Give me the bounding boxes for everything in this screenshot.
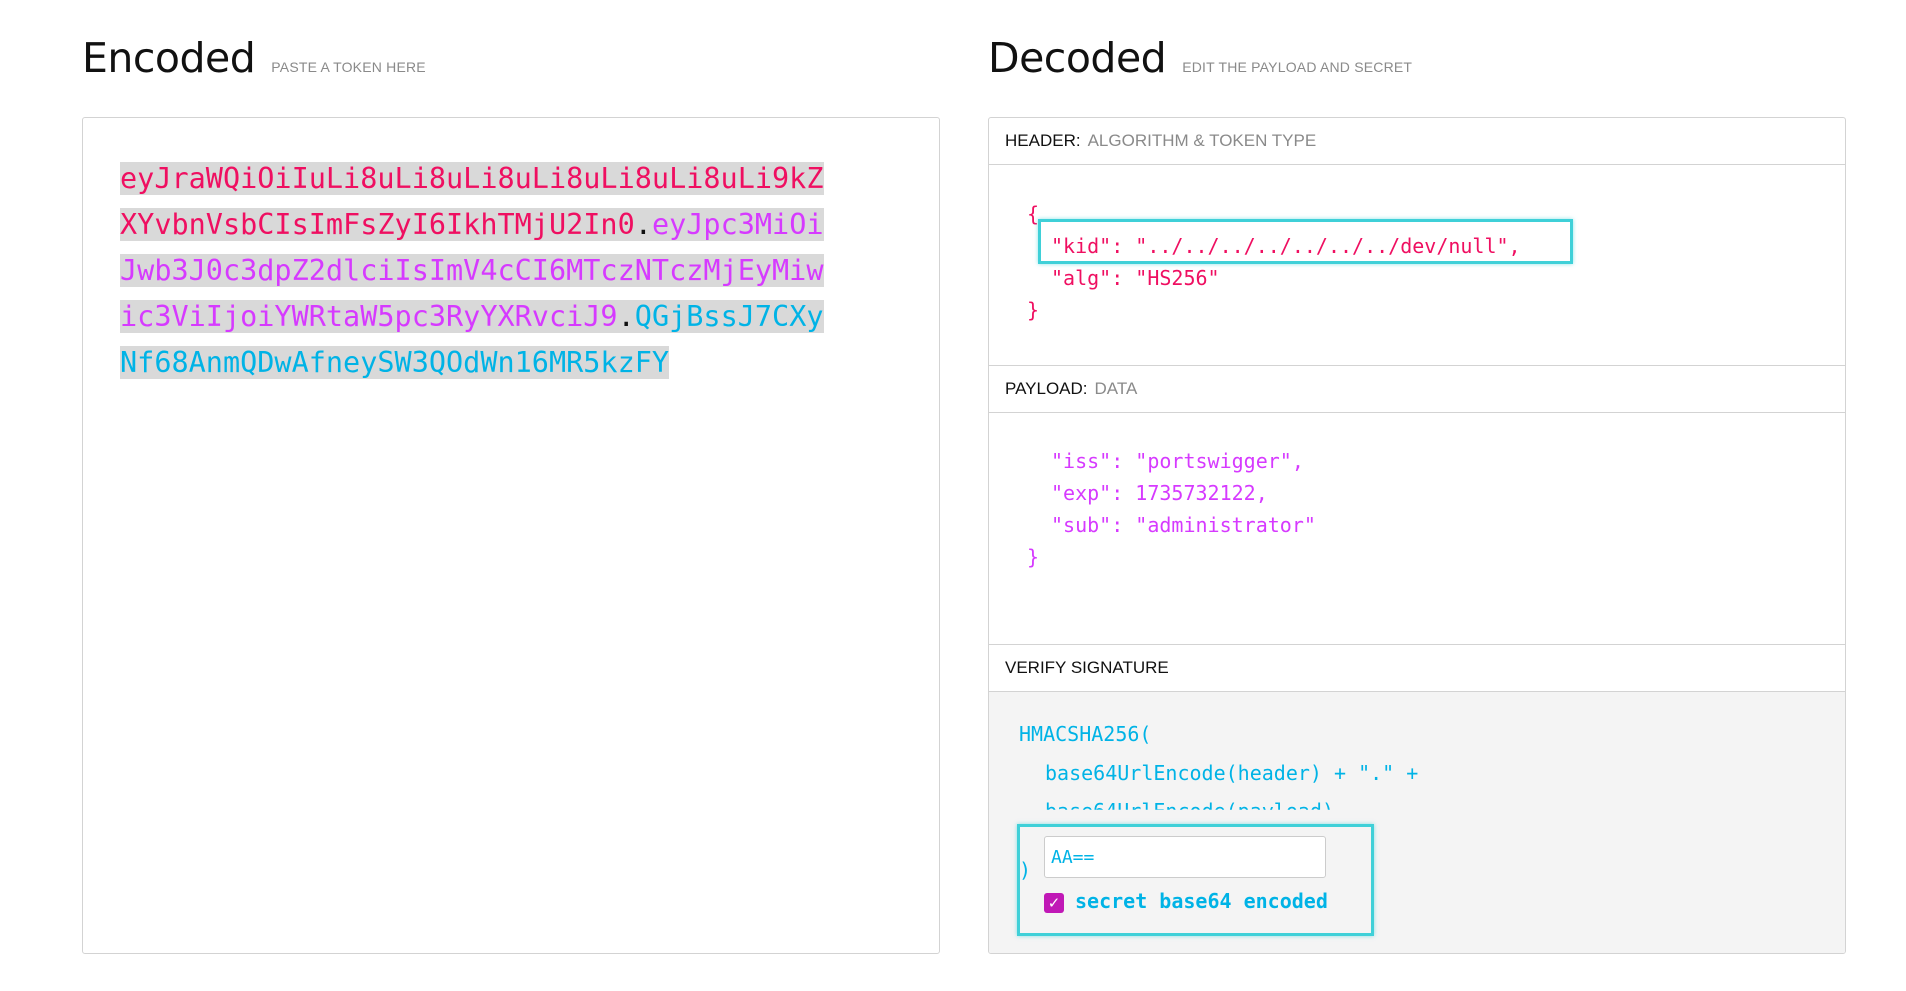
- encoded-heading: Encoded PASTE A TOKEN HERE: [82, 34, 426, 82]
- secret-base64-checkbox[interactable]: ✓: [1044, 893, 1064, 913]
- payload-label-muted: DATA: [1094, 379, 1138, 398]
- payload-sub-line[interactable]: "sub": "administrator": [1051, 513, 1316, 537]
- payload-iss-line[interactable]: "iss": "portswigger",: [1051, 449, 1304, 473]
- hmac-header-line: base64UrlEncode(header) + "." +: [1045, 761, 1419, 785]
- payload-close-brace: }: [1027, 545, 1040, 569]
- kid-highlight-box: [1038, 219, 1573, 264]
- header-label-muted: ALGORITHM & TOKEN TYPE: [1087, 131, 1317, 150]
- hmac-payload-line: base64UrlEncode(payload),: [1045, 799, 1347, 823]
- secret-input[interactable]: [1044, 836, 1326, 878]
- decoded-subtitle: EDIT THE PAYLOAD AND SECRET: [1182, 59, 1413, 75]
- decoded-heading: Decoded EDIT THE PAYLOAD AND SECRET: [988, 34, 1412, 82]
- token-dot: .: [634, 208, 652, 241]
- encoded-token-text[interactable]: eyJraWQiOiIuLi8uLi8uLi8uLi8uLi8uLi8uLi9k…: [120, 156, 825, 386]
- token-dot: .: [617, 300, 635, 333]
- header-close-brace: }: [1027, 298, 1040, 322]
- payload-section-title: PAYLOAD: DATA: [989, 366, 1845, 413]
- decoded-title: Decoded: [988, 34, 1167, 82]
- encoded-title: Encoded: [82, 34, 256, 82]
- header-label: HEADER:: [1005, 131, 1081, 150]
- encoded-token-editor[interactable]: eyJraWQiOiIuLi8uLi8uLi8uLi8uLi8uLi8uLi9k…: [82, 117, 940, 954]
- payload-exp-line[interactable]: "exp": 1735732122,: [1051, 481, 1268, 505]
- hmac-function-line: HMACSHA256(: [1019, 722, 1152, 746]
- verify-label: VERIFY SIGNATURE: [1005, 658, 1169, 677]
- header-section-title: HEADER: ALGORITHM & TOKEN TYPE: [989, 118, 1845, 165]
- verify-section-title: VERIFY SIGNATURE: [989, 645, 1845, 692]
- secret-base64-label[interactable]: secret base64 encoded: [1075, 889, 1328, 913]
- header-alg-line[interactable]: "alg": "HS256": [1051, 266, 1220, 290]
- encoded-subtitle: PASTE A TOKEN HERE: [271, 59, 426, 75]
- payload-label: PAYLOAD:: [1005, 379, 1088, 398]
